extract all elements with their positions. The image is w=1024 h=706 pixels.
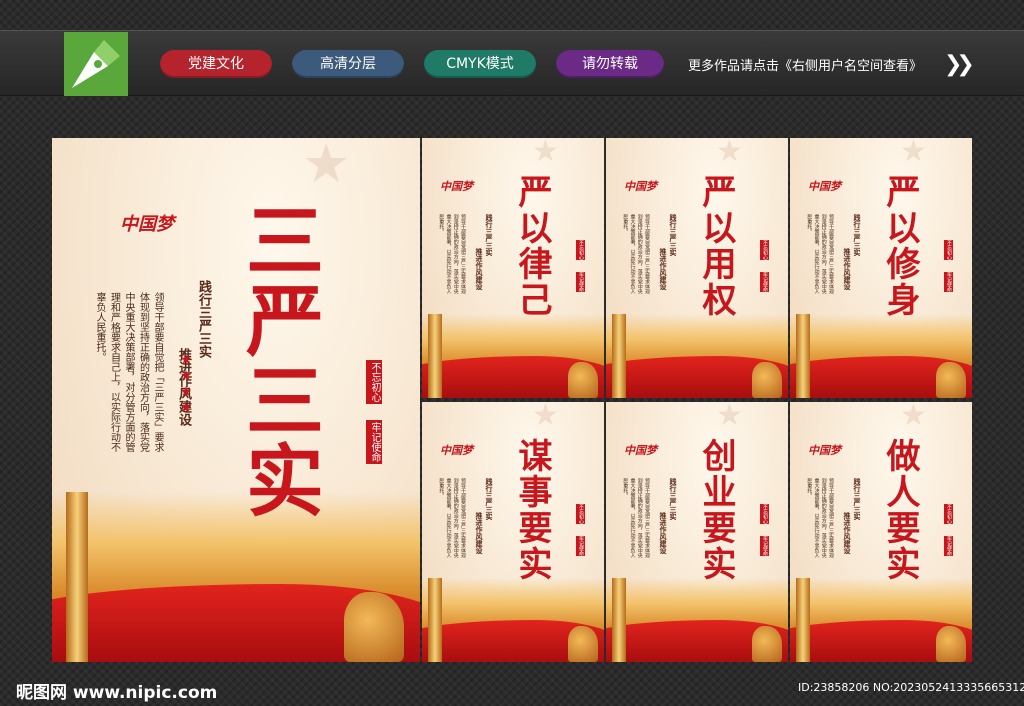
poster-subtitle-a: 践行三严三实 — [853, 478, 862, 520]
stone-lion-icon — [936, 626, 966, 662]
china-dream-logo: 中国梦 — [440, 444, 473, 457]
seal-2: 牢记使命 — [760, 272, 769, 292]
seal-1: 不忘初心 — [576, 240, 585, 260]
seal-1: 不忘初心 — [760, 504, 769, 524]
poster-subtitle-b: 推进作风建设 — [475, 512, 484, 554]
poster-subtitle-b: 推进作风建设 — [475, 248, 484, 290]
poster-body-text: 领导干部要自觉把三严三实要求体现到坚持正确的政治方向，落实党中央重大决策部署，以… — [622, 214, 650, 294]
star-watermark-icon: ★ — [302, 138, 351, 195]
poster-subtitle-b: 推进作风建设 — [659, 512, 668, 554]
poster-title: 严以修身 — [880, 174, 920, 318]
stone-lion-icon — [344, 592, 404, 662]
image-id-text: ID:23858206 NO:20230524133356653125 — [798, 681, 1024, 694]
seal-1: 不忘初心 — [944, 504, 953, 524]
poster-subtitle-b: 推进作风建设 — [843, 248, 852, 290]
poster-small-1: ★ 中国梦 严以律己 践行三严三实 推进作风建设 领导干部要自觉把三严三实要求体… — [422, 138, 604, 398]
main-body-text: 领导干部要自觉把「三严三实」要求体现到坚持正确的政治方向，落实党中央重大决策部署… — [94, 292, 163, 452]
double-chevron-right-icon[interactable]: ❯❯ — [944, 52, 975, 77]
main-subtitle-a: 践行三严三实 — [196, 280, 211, 358]
poster-title: 做人要实 — [880, 438, 920, 582]
poster-subtitle-a: 践行三严三实 — [853, 214, 862, 256]
seal-2: 牢记使命 — [760, 536, 769, 556]
star-watermark-icon: ★ — [716, 138, 743, 169]
site-logo[interactable] — [64, 32, 128, 96]
stone-lion-icon — [568, 626, 598, 662]
tag-cmyk[interactable]: CMYK模式 — [424, 50, 536, 78]
china-dream-logo: 中国梦 — [808, 444, 841, 457]
stone-lion-icon — [936, 362, 966, 398]
china-dream-logo: 中国梦 — [624, 180, 657, 193]
notice-text[interactable]: 更多作品请点击《右侧用户名空间查看》 — [688, 55, 922, 74]
pen-nib-icon — [72, 40, 120, 88]
seal-1: 不忘初心 — [760, 240, 769, 260]
china-dream-logo: 中国梦 — [808, 180, 841, 193]
tag-hd-layers[interactable]: 高清分层 — [292, 50, 404, 78]
poster-subtitle-b: 推进作风建设 — [843, 512, 852, 554]
red-stars-icon: ★★★★ — [178, 352, 194, 416]
seal-2: 牢记使命 — [576, 272, 585, 292]
seal-2: 牢记使命 — [366, 420, 382, 464]
star-watermark-icon: ★ — [900, 138, 927, 169]
main-title: 三严三实 — [233, 200, 324, 520]
poster-title: 严以律己 — [512, 174, 552, 318]
china-dream-logo: 中国梦 — [440, 180, 473, 193]
poster-body-text: 领导干部要自觉把三严三实要求体现到坚持正确的政治方向，落实党中央重大决策部署，以… — [806, 214, 834, 294]
huabiao-pillar-icon — [66, 492, 88, 662]
stone-lion-icon — [568, 362, 598, 398]
seal-2: 牢记使命 — [944, 272, 953, 292]
poster-title: 严以用权 — [696, 174, 736, 318]
poster-subtitle-a: 践行三严三实 — [485, 478, 494, 520]
poster-small-2: ★ 中国梦 严以用权 践行三严三实 推进作风建设 领导干部要自觉把三严三实要求体… — [606, 138, 788, 398]
poster-small-3: ★ 中国梦 严以修身 践行三严三实 推进作风建设 领导干部要自觉把三严三实要求体… — [790, 138, 972, 398]
poster-body-text: 领导干部要自觉把三严三实要求体现到坚持正确的政治方向，落实党中央重大决策部署，以… — [806, 478, 834, 558]
huabiao-pillar-icon — [428, 578, 442, 662]
star-watermark-icon: ★ — [532, 402, 559, 433]
poster-title: 创业要实 — [696, 438, 736, 582]
huabiao-pillar-icon — [796, 578, 810, 662]
poster-body-text: 领导干部要自觉把三严三实要求体现到坚持正确的政治方向，落实党中央重大决策部署，以… — [438, 478, 466, 558]
site-watermark[interactable]: 昵图网 www.nipic.com — [16, 678, 217, 703]
huabiao-pillar-icon — [428, 314, 442, 398]
stone-lion-icon — [752, 626, 782, 662]
huabiao-pillar-icon — [796, 314, 810, 398]
poster-title: 谋事要实 — [512, 438, 552, 582]
poster-subtitle-a: 践行三严三实 — [485, 214, 494, 256]
poster-small-4: ★ 中国梦 谋事要实 践行三严三实 推进作风建设 领导干部要自觉把三严三实要求体… — [422, 402, 604, 662]
main-poster: ★ 中国梦 三严三实 践行三严三实 推进作风建设 ★★★★ 领导干部要自觉把「三… — [52, 138, 420, 662]
poster-body-text: 领导干部要自觉把三严三实要求体现到坚持正确的政治方向，落实党中央重大决策部署，以… — [438, 214, 466, 294]
seal-1: 不忘初心 — [944, 240, 953, 260]
poster-body-text: 领导干部要自觉把三严三实要求体现到坚持正确的政治方向，落实党中央重大决策部署，以… — [622, 478, 650, 558]
poster-subtitle-a: 践行三严三实 — [669, 214, 678, 256]
stone-lion-icon — [752, 362, 782, 398]
poster-subtitle-a: 践行三严三实 — [669, 478, 678, 520]
huabiao-pillar-icon — [612, 314, 626, 398]
poster-subtitle-b: 推进作风建设 — [659, 248, 668, 290]
huabiao-pillar-icon — [612, 578, 626, 662]
china-dream-logo: 中国梦 — [624, 444, 657, 457]
tag-party-culture[interactable]: 党建文化 — [160, 50, 272, 78]
tag-no-repost[interactable]: 请勿转载 — [556, 50, 664, 78]
seal-2: 牢记使命 — [944, 536, 953, 556]
poster-small-5: ★ 中国梦 创业要实 践行三严三实 推进作风建设 领导干部要自觉把三严三实要求体… — [606, 402, 788, 662]
star-watermark-icon: ★ — [900, 402, 927, 433]
china-dream-logo: 中国梦 — [120, 214, 174, 235]
poster-small-6: ★ 中国梦 做人要实 践行三严三实 推进作风建设 领导干部要自觉把三严三实要求体… — [790, 402, 972, 662]
star-watermark-icon: ★ — [532, 138, 559, 169]
star-watermark-icon: ★ — [716, 402, 743, 433]
seal-2: 牢记使命 — [576, 536, 585, 556]
seal-1: 不忘初心 — [576, 504, 585, 524]
seal-1: 不忘初心 — [366, 360, 382, 404]
